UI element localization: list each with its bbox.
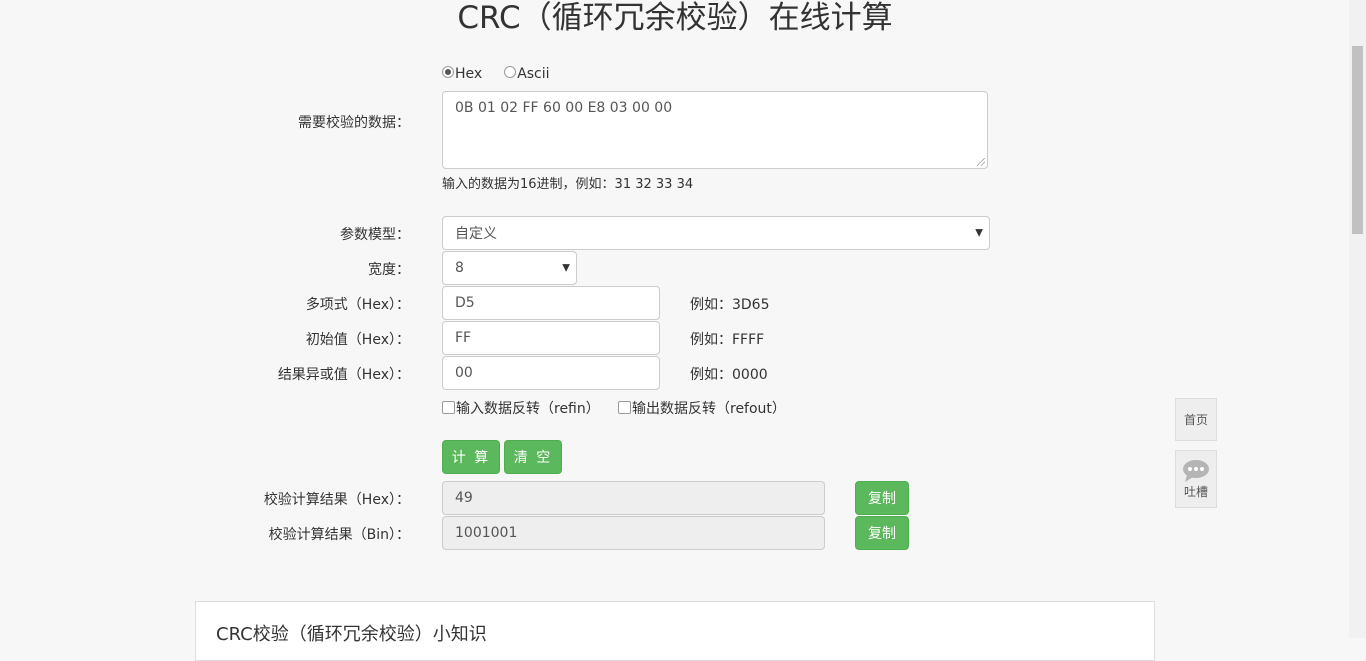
xorout-input-value: 00 [455,365,473,381]
result-hex-field[interactable]: 49 [442,481,825,515]
xorout-label: 结果异或值（Hex）： [277,367,410,383]
copy-bin-button[interactable]: 复制 [855,516,909,550]
page-scrollbar[interactable] [1349,0,1366,638]
width-label: 宽度： [368,262,410,278]
refout-checkbox-box[interactable] [618,400,631,414]
result-hex-label: 校验计算结果（Hex）： [263,492,410,508]
chat-bubble-icon [1183,459,1209,482]
radio-ascii[interactable]: Ascii [504,66,550,82]
refout-label: 输出数据反转（refout） [632,401,786,417]
scrollbar-thumb[interactable] [1352,46,1363,234]
refin-checkbox-box[interactable] [442,400,455,414]
resize-handle-icon[interactable] [977,158,985,166]
knowledge-panel-title: CRC校验（循环冗余校验）小知识 [216,624,487,645]
xorout-input[interactable]: 00 [442,356,660,390]
init-example: 例如：FFFF [690,332,765,348]
page-title: CRC（循环冗余校验）在线计算 [457,0,893,36]
result-bin-value: 1001001 [455,525,518,541]
data-input-textarea[interactable]: 0B 01 02 FF 60 00 E8 03 00 00 [442,91,988,169]
calculate-button[interactable]: 计 算 [442,440,500,474]
radio-ascii-label: Ascii [517,66,550,82]
side-home-label: 首页 [1183,413,1208,427]
init-label: 初始值（Hex）： [305,332,410,348]
result-bin-label: 校验计算结果（Bin）： [268,527,410,543]
copy-hex-button[interactable]: 复制 [855,481,909,515]
model-label: 参数模型： [340,227,410,243]
side-feedback-label: 吐槽 [1183,484,1208,499]
side-feedback-button[interactable]: 吐槽 [1175,450,1217,508]
refin-label: 输入数据反转（refin） [456,401,600,417]
xorout-example: 例如：0000 [690,367,768,383]
init-input[interactable]: FF [442,321,660,355]
radio-hex[interactable]: Hex [442,66,482,82]
poly-label: 多项式（Hex）： [305,297,410,313]
radio-ascii-control[interactable] [504,66,517,78]
model-select-value: 自定义 [455,226,497,242]
radio-hex-label: Hex [455,66,483,82]
data-input-label: 需要校验的数据： [298,115,410,131]
knowledge-panel: CRC校验（循环冗余校验）小知识 [195,601,1155,661]
result-hex-value: 49 [455,490,473,506]
side-home-button[interactable]: 首页 [1175,398,1217,441]
chevron-down-icon: ▼ [975,227,983,239]
radio-hex-control[interactable] [442,66,454,78]
model-select[interactable]: 自定义 ▼ [442,216,990,250]
format-radio-group: Hex Ascii [442,66,550,82]
refin-checkbox[interactable]: 输入数据反转（refin） [442,398,600,418]
data-input-value: 0B 01 02 FF 60 00 E8 03 00 00 [455,100,673,116]
poly-input[interactable]: D5 [442,286,660,320]
width-select-value: 8 [455,260,464,276]
poly-input-value: D5 [455,295,475,311]
poly-example: 例如：3D65 [690,297,770,313]
width-select[interactable]: 8 ▼ [442,251,577,285]
clear-button[interactable]: 清 空 [504,440,562,474]
data-input-help: 输入的数据为16进制，例如：31 32 33 34 [442,177,694,192]
refout-checkbox[interactable]: 输出数据反转（refout） [618,398,786,418]
chevron-down-icon: ▼ [562,262,570,274]
result-bin-field[interactable]: 1001001 [442,516,825,550]
init-input-value: FF [455,330,472,346]
